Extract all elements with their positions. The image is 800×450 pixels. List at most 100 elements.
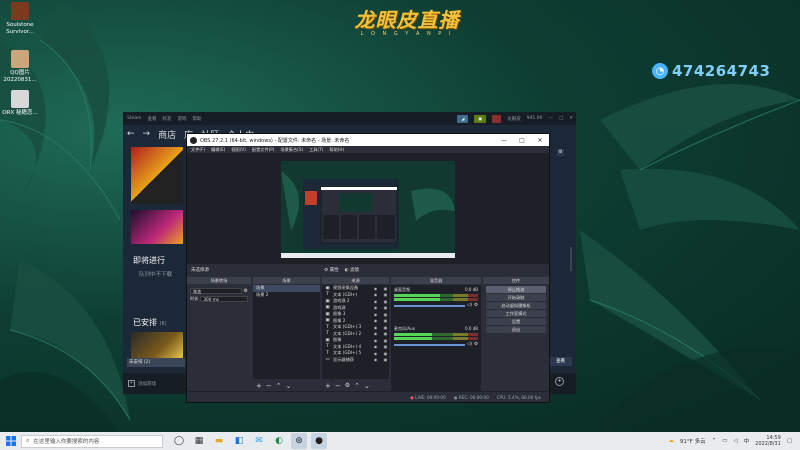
lock-icon[interactable]: ▣ <box>382 331 389 336</box>
minimize-icon[interactable]: — <box>548 116 553 121</box>
clock[interactable]: 14:59 2022/8/31 <box>755 435 781 447</box>
volume-slider[interactable] <box>394 343 465 346</box>
steam-taskbar-icon[interactable]: ⊛ <box>291 433 307 449</box>
remove-icon[interactable]: − <box>335 382 341 390</box>
menu-view[interactable]: 视图(V) <box>231 147 246 153</box>
eye-icon[interactable]: ◉ <box>372 312 379 317</box>
filters-button[interactable]: ◐ 滤镜 <box>345 267 359 273</box>
lock-icon[interactable]: ▣ <box>382 338 389 343</box>
settings-button[interactable]: 设置 <box>486 318 546 325</box>
lock-icon[interactable]: ▣ <box>382 357 389 362</box>
add-icon[interactable]: + <box>325 382 331 390</box>
steam-menu-item[interactable]: 游戏 <box>178 116 187 122</box>
steam-view-button[interactable]: 查看 <box>549 357 572 366</box>
lock-icon[interactable]: ▣ <box>382 312 389 317</box>
properties-button[interactable]: ⚙ 属性 <box>324 267 338 273</box>
scene-item[interactable]: 场景 2 <box>253 292 320 299</box>
desktop-icon-soulstone[interactable]: Soulstone Survivor... <box>0 2 40 36</box>
desktop-icon-orx[interactable]: ORX 秘籍恋... <box>0 90 40 117</box>
avatar[interactable] <box>492 114 502 123</box>
settings-gear-icon[interactable]: ⚙ <box>474 342 478 347</box>
eye-icon[interactable]: ◉ <box>372 305 379 310</box>
volume-slider[interactable] <box>394 304 465 307</box>
lock-icon[interactable]: ▣ <box>382 299 389 304</box>
eye-icon[interactable]: ◉ <box>372 292 379 297</box>
windows-start-icon[interactable] <box>3 433 19 449</box>
eye-icon[interactable]: ◉ <box>372 351 379 356</box>
task-view-icon[interactable]: ◯ <box>171 433 187 449</box>
menu-scene-collection[interactable]: 场景集合(S) <box>280 147 303 153</box>
exit-button[interactable]: 退出 <box>486 326 546 333</box>
lock-icon[interactable]: ▣ <box>382 305 389 310</box>
close-icon[interactable]: ✕ <box>569 116 573 121</box>
virtual-camera-button[interactable]: 启动虚拟摄像机 <box>486 302 546 309</box>
source-item[interactable]: ▣ 游戏源 2 ◉ ▣ <box>322 298 389 305</box>
source-item[interactable]: T 文本 (GDI+) 3 ◉ ▣ <box>322 324 389 331</box>
menu-file[interactable]: 文件(F) <box>191 147 205 153</box>
studio-mode-button[interactable]: 工作室模式 <box>486 310 546 317</box>
game-tile-orx-2[interactable] <box>131 210 183 244</box>
source-item[interactable]: ▣ 视频采集设备 ◉ ▣ <box>322 285 389 292</box>
eye-icon[interactable]: ◉ <box>372 331 379 336</box>
menu-tools[interactable]: 工具(T) <box>309 147 323 153</box>
menu-edit[interactable]: 编辑(E) <box>211 147 225 153</box>
gear-icon[interactable]: ⚙ <box>557 149 564 156</box>
close-icon[interactable]: ✕ <box>531 137 549 144</box>
stop-streaming-button[interactable]: 停止推流 <box>486 286 546 293</box>
remove-icon[interactable]: − <box>266 382 272 390</box>
eye-icon[interactable]: ◉ <box>372 286 379 291</box>
source-item[interactable]: ▣ 图像 ◉ ▣ <box>322 337 389 344</box>
widgets-icon[interactable]: ▦ <box>191 433 207 449</box>
chevron-up-icon[interactable]: ⌃ <box>712 438 717 444</box>
up-icon[interactable]: ⌃ <box>276 382 282 390</box>
eye-icon[interactable]: ◉ <box>372 344 379 349</box>
add-icon[interactable]: + <box>256 382 262 390</box>
eye-icon[interactable]: ◉ <box>372 325 379 330</box>
lock-icon[interactable]: ▣ <box>382 325 389 330</box>
game-tile-orx[interactable] <box>131 147 183 204</box>
duration-input[interactable]: 300 ms <box>200 296 248 302</box>
edge-browser-icon[interactable]: ◐ <box>271 433 287 449</box>
lock-icon[interactable]: ▣ <box>382 318 389 323</box>
preview-area[interactable] <box>187 154 549 264</box>
down-icon[interactable]: ⌄ <box>286 382 292 390</box>
volume-icon[interactable]: ◁ <box>733 438 737 444</box>
desktop-icon-qq-image[interactable]: QQ图片 20220831... <box>0 50 40 84</box>
notification-icon[interactable]: ▢ <box>787 438 792 444</box>
speaker-icon[interactable]: ◁) <box>467 303 472 308</box>
nav-store[interactable]: 商店 <box>158 128 176 141</box>
add-circle-icon[interactable]: + <box>555 377 564 386</box>
file-explorer-icon[interactable]: ▬ <box>211 433 227 449</box>
eye-icon[interactable]: ◉ <box>372 338 379 343</box>
minimize-icon[interactable]: — <box>495 137 513 144</box>
source-item[interactable]: ▣ 图像 3 ◉ ▣ <box>322 311 389 318</box>
stream-preview[interactable] <box>281 161 455 258</box>
steam-username[interactable]: 龙眼皮 <box>507 116 521 122</box>
menu-profile[interactable]: 配置文件(P) <box>252 147 275 153</box>
steam-menu-item[interactable]: Steam <box>127 116 142 121</box>
network-icon[interactable]: ▭ <box>722 438 727 444</box>
settings-gear-icon[interactable]: ⚙ <box>244 288 248 294</box>
steam-menu-item[interactable]: 好友 <box>163 116 172 122</box>
speaker-icon[interactable]: ◁) <box>467 342 472 347</box>
forward-arrow-icon[interactable]: → <box>143 129 151 139</box>
steam-menu-item[interactable]: 查看 <box>148 116 157 122</box>
eye-icon[interactable]: ◉ <box>372 357 379 362</box>
settings-gear-icon[interactable]: ⚙ <box>345 382 350 389</box>
source-item[interactable]: ▭ 显示器捕获 ◉ ▣ <box>322 357 389 364</box>
maximize-icon[interactable]: □ <box>559 116 563 121</box>
steam-scrollbar[interactable] <box>570 247 572 271</box>
source-item[interactable]: T 文本 (GDI+) 5 ◉ ▣ <box>322 350 389 357</box>
store-icon[interactable]: ◧ <box>231 433 247 449</box>
steam-menu-item[interactable]: 帮助 <box>193 116 202 122</box>
back-arrow-icon[interactable]: ← <box>127 129 135 139</box>
game-tile-scheduled[interactable] <box>131 332 183 358</box>
weather-text[interactable]: 91°F 多云 <box>680 437 706 445</box>
broadcast-button[interactable]: ◢ <box>457 114 469 123</box>
lock-icon[interactable]: ▣ <box>382 292 389 297</box>
transition-type-select[interactable]: 渐变 ⚙ <box>190 288 248 294</box>
maximize-icon[interactable]: □ <box>513 137 531 144</box>
eye-icon[interactable]: ◉ <box>372 318 379 323</box>
down-icon[interactable]: ⌄ <box>364 382 370 390</box>
lock-icon[interactable]: ▣ <box>382 351 389 356</box>
